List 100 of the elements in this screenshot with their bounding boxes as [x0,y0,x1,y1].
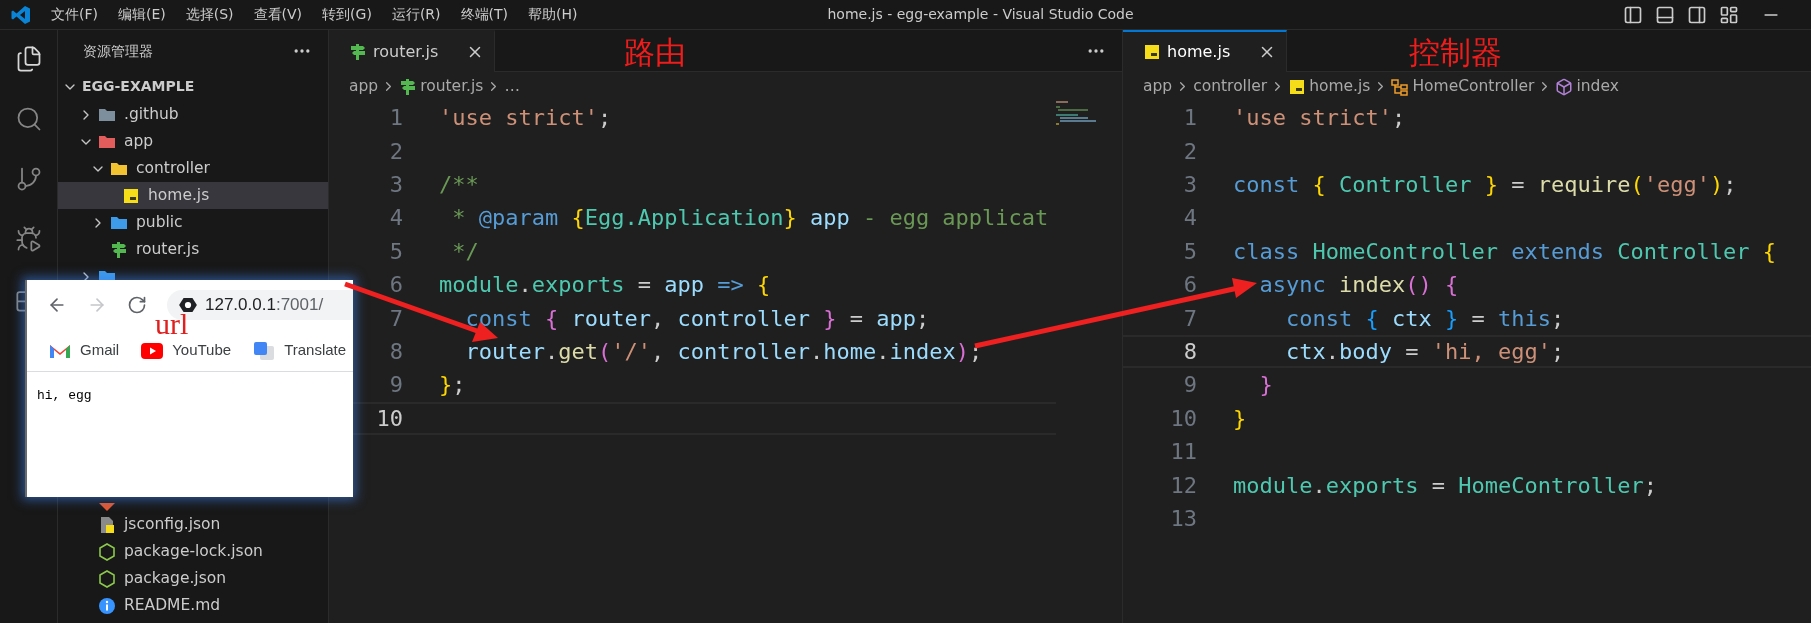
code-text: */ [451,237,479,266]
site-icon [179,297,197,313]
line-number: 9 [1182,371,1197,400]
code-text: const { Controller } = require('egg'); [1233,171,1737,199]
layout-icon[interactable] [1719,4,1739,25]
signpost-icon [110,240,128,259]
code-text: } [1233,404,1247,433]
code-text: const { ctx } = this; [1284,304,1565,333]
code-text: ctx.body = 'hi, egg'; [1284,337,1565,366]
tree-item[interactable]: router.js [58,236,328,263]
play-icon [141,342,164,359]
line-number: 5 [388,237,403,266]
breadcrumb-item[interactable]: app [349,74,379,99]
line-number: 9 [388,371,403,400]
line-number: 1 [1182,104,1197,133]
js-file-icon [1143,43,1161,61]
cube-icon [1555,77,1574,96]
info-icon [98,596,116,615]
code-text: 'use strict'; [1233,104,1406,133]
line-number: 10 [375,404,403,433]
tree-item[interactable]: README.md [58,592,328,619]
line-number: 12 [1169,471,1197,500]
code-text: class HomeController extends Controller { [1233,237,1777,266]
menu-item[interactable]: 编辑(E) [108,4,176,25]
line-number: 6 [1182,271,1197,300]
config-file-icon [98,515,116,534]
app-logo [10,4,31,25]
run-debug-icon[interactable] [14,225,43,253]
line-number: 7 [388,304,403,333]
line-number: 7 [1182,304,1197,333]
menu-item[interactable]: 选择(S) [175,4,244,25]
panel-right-icon[interactable] [1687,4,1707,25]
tree-item[interactable]: package-lock.json [58,538,328,565]
tree-item[interactable]: jsconfig.json [58,511,328,538]
tree-item[interactable]: package.json [58,565,328,592]
line-number: 4 [1182,204,1197,233]
line-number: 6 [388,271,403,300]
tree-root[interactable]: EGG-EXAMPLE [58,72,328,101]
code-text: }; [439,371,466,400]
breadcrumb-item[interactable]: router.js [420,74,484,99]
bookmark[interactable]: Gmail [49,339,120,362]
code-text: module.exports = HomeController; [1233,471,1657,500]
js-file-icon [122,186,140,205]
breadcrumb-item[interactable]: controller [1193,74,1268,99]
js-file-icon [1288,77,1307,96]
window-title: home.js - egg-example - Visual Studio Code [827,5,1134,24]
translate-icon [253,340,276,361]
line-number: 10 [1169,404,1197,433]
menu-item[interactable]: 转到(G) [312,4,382,25]
menu-item[interactable]: 帮助(H) [518,4,588,25]
signpost-icon [349,43,367,61]
annotation-label: 路由 [624,34,686,72]
panel-left-icon[interactable] [1623,4,1643,25]
code-text: /** [439,171,479,199]
breadcrumb-item[interactable]: … [504,74,520,99]
line-number: 4 [388,204,403,233]
tree-item[interactable]: public [58,209,328,236]
breadcrumb-item[interactable]: home.js [1309,74,1371,99]
editor-tab[interactable]: home.js [1123,30,1288,72]
signpost-icon [399,77,418,96]
menu-item[interactable]: 文件(F) [41,4,108,25]
page-text: hi, egg [37,387,93,405]
breadcrumb-item[interactable]: HomeController [1412,74,1535,99]
tree-item[interactable]: home.js [58,182,328,209]
hexagon-icon [98,542,116,561]
code-text: module.exports = app => { [439,271,771,300]
mail-icon [49,342,71,359]
code-text: async index() { [1258,271,1459,300]
line-number: 13 [1169,504,1197,533]
breadcrumb-item[interactable]: index [1576,74,1619,99]
class-icon [1391,77,1410,96]
sidebar-title: 资源管理器 [83,41,153,61]
breadcrumb-item[interactable]: app [1143,74,1173,99]
line-number: 3 [388,171,403,199]
tree-item[interactable]: .github [58,101,328,128]
code-text: const { router, controller } = app; [464,304,930,333]
tree-item[interactable]: app [58,128,328,155]
bookmark[interactable]: Translate [253,339,347,362]
code-text: 'use strict'; [439,104,612,133]
menu-item[interactable]: 运行(R) [381,4,451,25]
reload-icon[interactable] [127,295,147,315]
panel-bottom-icon[interactable] [1655,4,1675,25]
line-number: 2 [388,137,403,166]
tree-item[interactable]: controller [58,155,328,182]
hexagon-icon [98,569,116,588]
line-number: 2 [1182,137,1197,166]
line-number: 8 [1182,337,1197,366]
bookmark[interactable]: YouTube [141,339,232,362]
code-text: } [1258,371,1273,400]
menu-item[interactable]: 查看(V) [243,4,313,25]
line-number: 11 [1169,438,1197,467]
line-number: 3 [1182,171,1197,199]
code-text: router.get('/', controller.home.index); [464,337,983,366]
code-text: * @param {Egg.Application} app - egg applicat [451,204,1049,233]
triangle-icon [98,502,116,511]
annotation-label: 控制器 [1409,34,1502,72]
menu-item[interactable]: 终端(T) [450,4,518,25]
line-number: 1 [388,104,403,133]
editor-tab[interactable]: router.js [329,30,496,72]
line-number: 5 [1182,237,1197,266]
